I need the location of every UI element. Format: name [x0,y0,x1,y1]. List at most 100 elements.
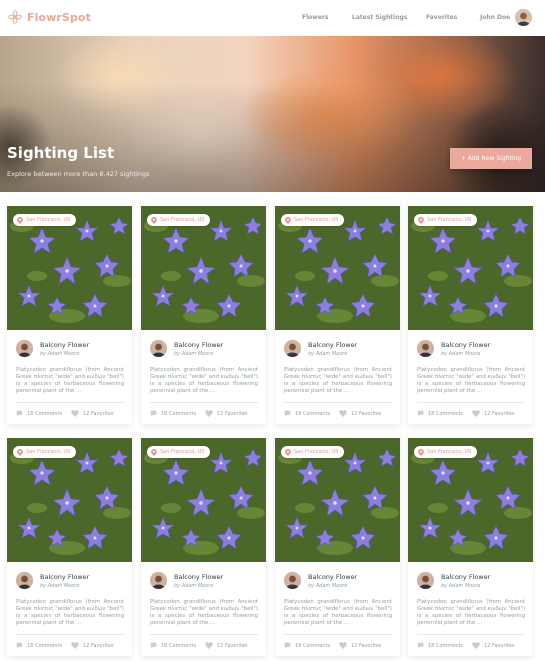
location-text: San Francisco, US [160,217,205,223]
card-divider [284,402,392,403]
nav-user-name[interactable]: John Doe [480,14,510,21]
favorites-count[interactable]: 12 Favorites [205,410,248,417]
comment-icon [417,642,424,649]
location-badge: San Francisco, US [414,214,478,226]
favorites-count[interactable]: 12 Favorites [472,410,515,417]
logo[interactable]: FlowrSpot [8,10,91,24]
comments-count[interactable]: 18 Comments [150,410,196,417]
flower-image[interactable]: San Francisco, US [7,438,132,562]
author-name: by Adam Moore [308,350,348,357]
author-name: by Adam Moore [40,582,80,589]
author-avatar-image [417,340,434,357]
comments-count[interactable]: 18 Comments [284,642,330,649]
author-avatar[interactable] [150,340,167,357]
location-text: San Francisco, US [427,217,472,223]
flower-name[interactable]: Balcony Flower [308,573,357,581]
favorites-count[interactable]: 12 Favorites [71,642,114,649]
user-avatar[interactable] [515,9,532,26]
location-badge: San Francisco, US [281,214,345,226]
comment-icon [150,642,157,649]
flower-description: Platycodon grandiflorus (from Ancient Gr… [150,367,258,394]
heart-icon [472,410,480,417]
comments-count[interactable]: 18 Comments [417,410,463,417]
author-name: by Adam Moore [174,350,214,357]
favorites-count[interactable]: 12 Favorites [339,410,382,417]
heart-icon [71,642,79,649]
comments-text: 18 Comments [295,410,331,417]
hero-banner: Sighting List Explore between more than … [0,36,545,192]
flower-name[interactable]: Balcony Flower [441,573,490,581]
favorites-text: 12 Favorites [83,642,114,649]
sighting-card[interactable]: San Francisco, US Balcony Flower by Adam… [275,431,400,656]
nav-favorites[interactable]: Favorites [426,14,457,21]
flower-image[interactable]: San Francisco, US [408,438,533,562]
app-name: FlowrSpot [27,10,91,24]
flower-image[interactable]: San Francisco, US [7,206,132,330]
sighting-card[interactable]: San Francisco, US Balcony Flower by Adam… [408,431,533,656]
favorites-count[interactable]: 12 Favorites [339,642,382,649]
author-avatar[interactable] [16,572,33,589]
flower-name[interactable]: Balcony Flower [40,573,89,581]
comments-count[interactable]: 18 Comments [16,410,62,417]
location-text: San Francisco, US [427,449,472,455]
author-avatar[interactable] [284,572,301,589]
author-block: Balcony Flower by Adam Moore [150,572,223,589]
location-badge: San Francisco, US [281,446,345,458]
comment-icon [284,642,291,649]
flower-name[interactable]: Balcony Flower [441,341,490,349]
flower-name[interactable]: Balcony Flower [40,341,89,349]
flower-image[interactable]: San Francisco, US [408,206,533,330]
author-avatar[interactable] [150,572,167,589]
flower-name[interactable]: Balcony Flower [308,341,357,349]
flower-description: Platycodon grandiflorus (from Ancient Gr… [284,599,392,626]
flower-description: Platycodon grandiflorus (from Ancient Gr… [150,599,258,626]
author-avatar-image [150,340,167,357]
sighting-card[interactable]: San Francisco, US Balcony Flower by Adam… [7,199,132,424]
comment-icon [150,410,157,417]
location-pin-icon [285,448,291,456]
top-navbar: FlowrSpot Flowers Latest Sightings Favor… [0,0,545,36]
flower-image[interactable]: San Francisco, US [275,206,400,330]
author-avatar[interactable] [417,340,434,357]
author-block: Balcony Flower by Adam Moore [16,572,89,589]
sighting-card[interactable]: San Francisco, US Balcony Flower by Adam… [7,431,132,656]
author-avatar[interactable] [417,572,434,589]
favorites-text: 12 Favorites [484,410,515,417]
comments-count[interactable]: 18 Comments [417,642,463,649]
favorites-count[interactable]: 12 Favorites [71,410,114,417]
author-name: by Adam Moore [308,582,348,589]
favorites-count[interactable]: 12 Favorites [205,642,248,649]
add-new-sighting-button[interactable]: + Add New Sighting [450,148,532,169]
flower-logo-icon [8,10,22,24]
comments-count[interactable]: 18 Comments [284,410,330,417]
favorites-count[interactable]: 12 Favorites [472,642,515,649]
nav-flowers[interactable]: Flowers [302,14,328,21]
flower-name[interactable]: Balcony Flower [174,573,223,581]
location-badge: San Francisco, US [13,446,77,458]
flower-name[interactable]: Balcony Flower [174,341,223,349]
author-name: by Adam Moore [441,350,481,357]
comments-count[interactable]: 18 Comments [16,642,62,649]
nav-latest-sightings[interactable]: Latest Sightings [352,14,407,21]
flower-description: Platycodon grandiflorus (from Ancient Gr… [417,367,525,394]
comments-text: 18 Comments [161,642,197,649]
location-text: San Francisco, US [160,449,205,455]
author-avatar[interactable] [16,340,33,357]
author-avatar-image [16,340,33,357]
author-avatar[interactable] [284,340,301,357]
sighting-card[interactable]: San Francisco, US Balcony Flower by Adam… [275,199,400,424]
flower-image[interactable]: San Francisco, US [275,438,400,562]
author-block: Balcony Flower by Adam Moore [417,572,490,589]
comment-icon [16,410,23,417]
card-divider [417,634,525,635]
sighting-card[interactable]: San Francisco, US Balcony Flower by Adam… [141,431,266,656]
location-badge: San Francisco, US [13,214,77,226]
sighting-card[interactable]: San Francisco, US Balcony Flower by Adam… [141,199,266,424]
comments-count[interactable]: 18 Comments [150,642,196,649]
heart-icon [205,410,213,417]
heart-icon [71,410,79,417]
flower-image[interactable]: San Francisco, US [141,438,266,562]
sighting-card[interactable]: San Francisco, US Balcony Flower by Adam… [408,199,533,424]
flower-image[interactable]: San Francisco, US [141,206,266,330]
user-avatar-image [515,9,532,26]
